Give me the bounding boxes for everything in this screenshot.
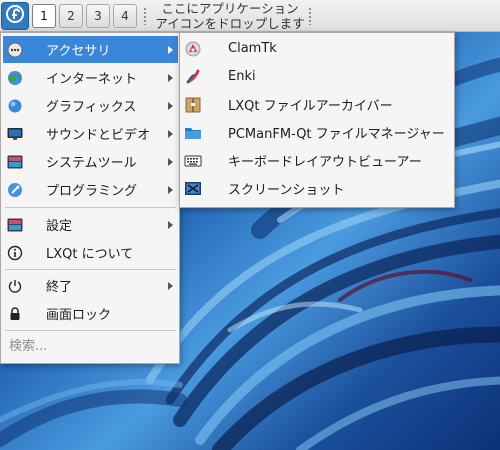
menu-item-lock-screen[interactable]: 画面ロック xyxy=(3,300,178,327)
menu-item-label: 終了 xyxy=(46,280,73,295)
power-icon xyxy=(7,278,23,294)
menu-item-settings[interactable]: 設定 xyxy=(3,211,178,238)
menu-item-about-lxqt[interactable]: LXQt について xyxy=(3,239,178,266)
submenu-arrow-icon xyxy=(168,220,173,229)
panel-grip-handle[interactable] xyxy=(143,7,147,25)
menu-item-label: グラフィックス xyxy=(46,100,137,115)
submenu-item-screenshot[interactable]: スクリーンショット xyxy=(182,175,452,202)
multimedia-icon xyxy=(7,126,23,142)
submenu-arrow-icon xyxy=(168,281,173,290)
submenu-item-archiver[interactable]: LXQt ファイルアーカイバー xyxy=(182,91,452,118)
menu-item-label: LXQt について xyxy=(46,247,134,262)
submenu-item-label: スクリーンショット xyxy=(228,183,345,198)
accessories-submenu: ClamTk Enki LXQt ファイルアーカイバー PCManFM-Qt フ… xyxy=(179,32,455,208)
taskbar-panel: 1 2 3 4 ここにアプリケーション アイコンをドロップします xyxy=(0,0,500,32)
start-menu-button[interactable] xyxy=(1,2,29,30)
menu-item-label: サウンドとビデオ xyxy=(46,128,151,143)
submenu-item-enki[interactable]: Enki xyxy=(182,63,452,90)
submenu-item-label: ClamTk xyxy=(228,41,277,56)
menu-separator xyxy=(5,269,176,270)
menu-item-programming[interactable]: プログラミング xyxy=(3,176,178,203)
menu-item-quit[interactable]: 終了 xyxy=(3,272,178,299)
menu-item-label: プログラミング xyxy=(46,184,138,199)
submenu-arrow-icon xyxy=(168,129,173,138)
desktop-4-button[interactable]: 4 xyxy=(113,4,137,28)
fedora-icon xyxy=(5,4,25,28)
folder-icon xyxy=(184,124,202,142)
menu-separator xyxy=(5,330,176,331)
quicklaunch-area[interactable]: ここにアプリケーション アイコンをドロップします xyxy=(150,1,310,31)
graphics-icon xyxy=(7,98,23,114)
submenu-arrow-icon xyxy=(168,101,173,110)
programming-icon xyxy=(7,182,23,198)
menu-search-input[interactable]: 検索... xyxy=(9,337,169,357)
info-icon xyxy=(7,245,23,261)
submenu-arrow-icon xyxy=(168,185,173,194)
menu-item-label: インターネット xyxy=(46,72,138,87)
enki-icon xyxy=(184,68,202,86)
menu-item-sound-video[interactable]: サウンドとビデオ xyxy=(3,120,178,147)
menu-item-graphics[interactable]: グラフィックス xyxy=(3,92,178,119)
quicklaunch-hint-line1: ここにアプリケーション xyxy=(161,1,299,16)
menu-separator xyxy=(5,207,176,208)
desktop-3-button[interactable]: 3 xyxy=(86,4,110,28)
submenu-item-clamtk[interactable]: ClamTk xyxy=(182,35,452,62)
archiver-icon xyxy=(184,96,202,114)
submenu-item-keyboard-viewer[interactable]: キーボードレイアウトビューアー xyxy=(182,147,452,174)
accessories-icon xyxy=(7,42,23,58)
system-tools-icon xyxy=(7,154,23,170)
globe-icon xyxy=(7,70,23,86)
menu-item-label: 画面ロック xyxy=(46,308,112,323)
submenu-arrow-icon xyxy=(168,45,173,54)
submenu-arrow-icon xyxy=(168,73,173,82)
menu-item-accessories[interactable]: アクセサリ xyxy=(3,36,178,63)
submenu-item-label: LXQt ファイルアーカイバー xyxy=(228,99,393,114)
submenu-item-label: PCManFM-Qt ファイルマネージャー xyxy=(228,127,445,142)
menu-item-label: 設定 xyxy=(46,219,73,234)
screenshot-icon xyxy=(184,180,202,198)
lock-icon xyxy=(7,306,23,322)
menu-item-label: システムツール xyxy=(46,156,137,171)
submenu-item-label: キーボードレイアウトビューアー xyxy=(228,155,422,170)
main-menu: アクセサリ インターネット グラフィックス サウンドとビデオ システムツール プ xyxy=(0,32,180,364)
menu-item-system-tools[interactable]: システムツール xyxy=(3,148,178,175)
panel-grip-handle[interactable] xyxy=(308,7,312,25)
menu-item-label: アクセサリ xyxy=(46,44,111,59)
desktop-1-button[interactable]: 1 xyxy=(32,4,56,28)
submenu-item-file-manager[interactable]: PCManFM-Qt ファイルマネージャー xyxy=(182,119,452,146)
clamtk-icon xyxy=(184,40,202,58)
quicklaunch-hint-line2: アイコンをドロップします xyxy=(155,16,305,31)
keyboard-icon xyxy=(184,152,202,170)
menu-item-internet[interactable]: インターネット xyxy=(3,64,178,91)
desktop-2-button[interactable]: 2 xyxy=(59,4,83,28)
submenu-arrow-icon xyxy=(168,157,173,166)
settings-icon xyxy=(7,217,23,233)
submenu-item-label: Enki xyxy=(228,69,256,84)
